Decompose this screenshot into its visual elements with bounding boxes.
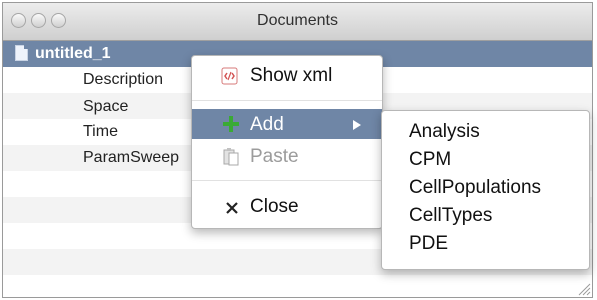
tree-item-label: Space xyxy=(83,98,129,115)
submenu-arrow-icon xyxy=(353,120,361,130)
context-menu: Show xml Add Paste Close xyxy=(191,55,383,229)
document-label: untitled_1 xyxy=(35,45,111,62)
tree-row-empty xyxy=(3,275,592,297)
menu-item-close[interactable]: Close xyxy=(192,191,382,221)
document-icon xyxy=(15,45,28,61)
window-title: Documents xyxy=(257,12,338,29)
show-xml-label: Show xml xyxy=(250,65,333,86)
paste-icon xyxy=(223,148,239,166)
submenu-item-cellpopulations[interactable]: CellPopulations xyxy=(409,177,541,199)
paste-label: Paste xyxy=(250,146,299,167)
submenu-item-cpm[interactable]: CPM xyxy=(409,149,451,171)
submenu-item-analysis[interactable]: Analysis xyxy=(409,121,480,143)
menu-item-paste[interactable]: Paste xyxy=(192,141,382,171)
menu-separator xyxy=(192,180,382,181)
menu-separator xyxy=(192,100,382,101)
tree-item-label: Description xyxy=(83,71,164,88)
submenu-item-celltypes[interactable]: CellTypes xyxy=(409,205,492,227)
xml-icon xyxy=(221,67,238,85)
tree-item-label: ParamSweep xyxy=(83,149,180,166)
tree-item-label: Time xyxy=(83,123,118,140)
title-bar: Documents xyxy=(3,3,592,41)
add-plus-icon xyxy=(223,116,239,132)
add-submenu: Analysis CPM CellPopulations CellTypes P… xyxy=(381,110,590,270)
close-label: Close xyxy=(250,196,299,217)
menu-item-add[interactable]: Add xyxy=(192,109,382,139)
menu-item-show-xml[interactable]: Show xml xyxy=(192,60,382,90)
resize-grip-icon[interactable] xyxy=(575,280,591,296)
close-x-icon xyxy=(226,202,238,214)
submenu-item-pde[interactable]: PDE xyxy=(409,233,448,255)
add-label: Add xyxy=(250,114,284,135)
